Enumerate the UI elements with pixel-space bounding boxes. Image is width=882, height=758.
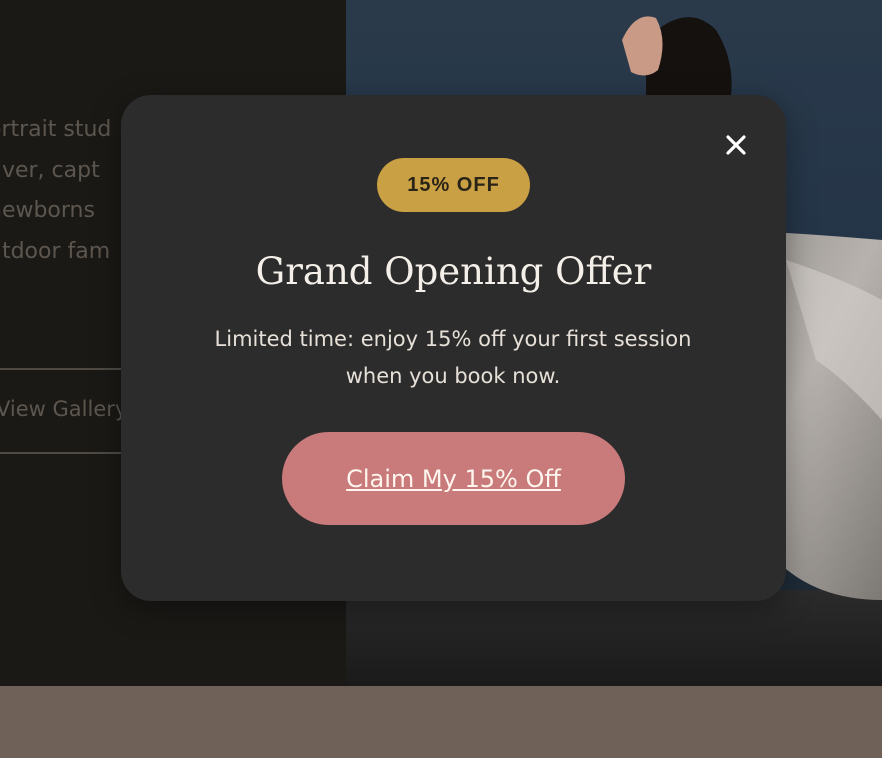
footer-band [0, 686, 882, 758]
modal-description: Limited time: enjoy 15% off your first s… [214, 327, 692, 388]
promo-modal: 15% OFF Grand Opening Offer Limited time… [121, 95, 786, 601]
modal-title: Grand Opening Offer [255, 250, 652, 293]
discount-badge: 15% OFF [377, 158, 530, 212]
close-button[interactable] [722, 131, 750, 159]
close-icon [726, 135, 746, 155]
claim-offer-button[interactable]: Claim My 15% Off [282, 432, 625, 525]
